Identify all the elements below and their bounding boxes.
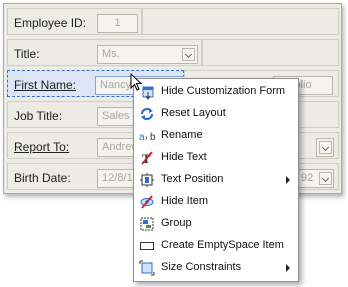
- job-title-label: Job Title:: [14, 109, 63, 123]
- menu-item-label: Hide Item: [161, 195, 209, 207]
- employee-id-label: Employee ID:: [14, 16, 87, 30]
- report-to-label: Report To:: [14, 140, 70, 154]
- report-to-dropdown[interactable]: [316, 138, 334, 157]
- menu-item-label: Rename: [161, 129, 203, 141]
- birth-date-dropdown[interactable]: 92: [298, 169, 334, 188]
- title-label: Title:: [14, 47, 40, 61]
- text-position-icon: [139, 172, 155, 188]
- submenu-arrow-icon: [286, 264, 290, 272]
- size-constraints-icon: [139, 260, 155, 276]
- empty-space-item[interactable]: [142, 8, 339, 35]
- menu-item-label: Size Constraints: [161, 261, 242, 273]
- menu-item-label: Reset Layout: [161, 107, 226, 119]
- menu-item-hide-customization-form[interactable]: Hide Customization Form: [135, 81, 297, 103]
- title-value: Ms.: [102, 48, 120, 60]
- mouse-cursor-icon: [130, 73, 143, 91]
- menu-item-size-constraints[interactable]: Size Constraints: [135, 257, 297, 279]
- employee-id-item[interactable]: Employee ID: 1: [7, 8, 142, 35]
- chevron-down-icon[interactable]: [319, 172, 332, 185]
- menu-item-label: Hide Text: [161, 151, 207, 163]
- group-icon: [139, 216, 155, 232]
- birth-date-label: Birth Date:: [14, 171, 71, 185]
- rename-icon: a › b: [139, 128, 156, 144]
- empty-space-item[interactable]: [202, 39, 339, 66]
- menu-item-group[interactable]: Group: [135, 213, 297, 235]
- menu-item-text-position[interactable]: Text Position: [135, 169, 297, 191]
- form-row-employee-id: Employee ID: 1: [4, 7, 341, 38]
- menu-item-reset-layout[interactable]: Reset Layout: [135, 103, 297, 125]
- context-menu: Hide Customization Form Reset Layout a ›…: [133, 78, 299, 282]
- menu-item-hide-item[interactable]: Hide Item: [135, 191, 297, 213]
- menu-item-rename[interactable]: a › b Rename: [135, 125, 297, 147]
- title-field[interactable]: Ms.: [97, 45, 198, 64]
- menu-item-label: Group: [161, 217, 192, 229]
- chevron-down-icon[interactable]: [319, 141, 332, 154]
- birth-date-extra-value: 92: [301, 172, 314, 184]
- menu-item-label: Create EmptySpace Item: [161, 239, 284, 251]
- hide-item-icon: [139, 194, 155, 210]
- menu-item-create-emptyspace-item[interactable]: Create EmptySpace Item: [135, 235, 297, 257]
- svg-text:›: ›: [145, 133, 148, 142]
- menu-item-label: Text Position: [161, 173, 224, 185]
- title-item[interactable]: Title: Ms.: [7, 39, 202, 66]
- submenu-arrow-icon: [286, 176, 290, 184]
- employee-id-field[interactable]: 1: [97, 14, 138, 33]
- form-row-title: Title: Ms.: [4, 38, 341, 69]
- reset-layout-icon: [139, 106, 155, 122]
- first-name-label: First Name:: [14, 78, 77, 92]
- empty-space-item-icon: [139, 238, 155, 254]
- chevron-down-icon[interactable]: [182, 48, 195, 61]
- svg-text:b: b: [150, 132, 156, 143]
- menu-item-label: Hide Customization Form: [161, 85, 286, 97]
- menu-item-hide-text[interactable]: T Hide Text: [135, 147, 297, 169]
- hide-text-icon: T: [139, 150, 155, 166]
